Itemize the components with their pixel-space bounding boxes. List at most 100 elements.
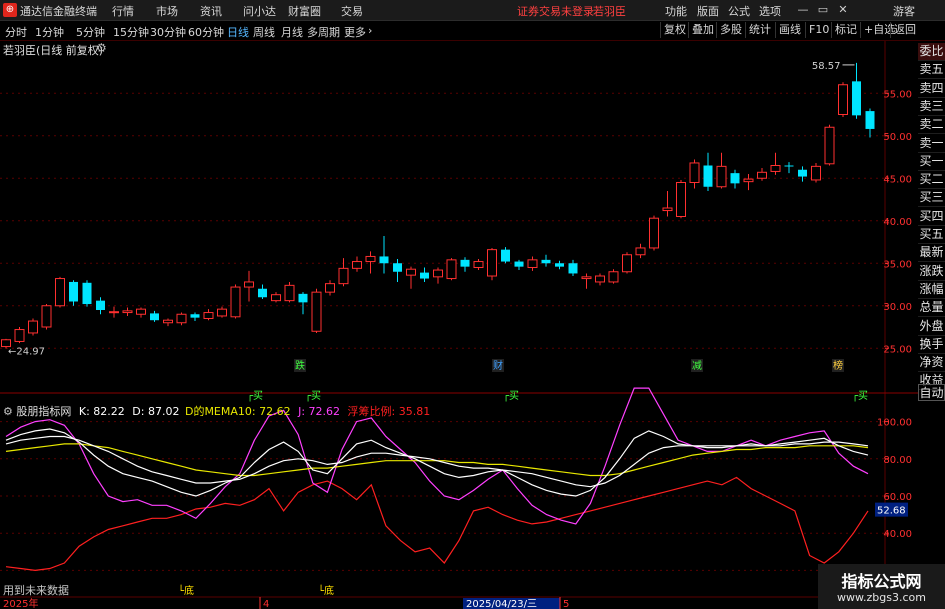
side-item-7[interactable]: 买一 <box>918 152 945 171</box>
candle-body-up <box>284 284 295 302</box>
period-1min[interactable]: 1分钟 <box>35 24 64 40</box>
candle-body-down <box>730 173 740 184</box>
side-item-1[interactable]: 委比 <box>918 43 945 61</box>
candle-body-down <box>541 259 551 264</box>
price-tick-label: 45.00 <box>883 174 912 185</box>
legend-k: K: 82.22 <box>78 405 125 418</box>
more-chevron-icon[interactable]: › <box>368 24 372 37</box>
period-multi[interactable]: 多周期 <box>307 24 340 40</box>
period-15min[interactable]: 15分钟 <box>113 24 149 40</box>
side-item-9[interactable]: 买三 <box>918 189 945 208</box>
btn-multistock[interactable]: 多股 <box>716 22 745 38</box>
buy-marker-2: ┌买 <box>305 390 321 402</box>
btn-fuquan[interactable]: 复权 <box>660 22 689 38</box>
indicator-tick-label: 80.00 <box>883 455 912 466</box>
menu-hq[interactable]: 行情 <box>112 3 134 19</box>
side-item-4[interactable]: 卖三 <box>918 97 945 116</box>
menu-formula[interactable]: 公式 <box>728 3 750 19</box>
candle-body-up <box>662 207 673 212</box>
settings-icon[interactable]: ⚙ <box>3 405 13 418</box>
candle-body-down <box>298 293 308 303</box>
side-item-5[interactable]: 卖二 <box>918 116 945 135</box>
candle-body-down <box>258 288 267 298</box>
period-30min[interactable]: 30分钟 <box>150 24 186 40</box>
menu-market[interactable]: 市场 <box>156 3 178 19</box>
event-marker-4: 榜 <box>833 359 843 372</box>
candlestick-series: 58.57 ←24.97 <box>1 61 875 358</box>
side-item-15[interactable]: 总量 <box>918 299 945 318</box>
candle-body-up <box>757 171 767 179</box>
candle-body-up <box>244 281 254 288</box>
time-label-year: 2025年 <box>3 597 38 609</box>
future-data-note: 用到未来数据 <box>3 584 69 597</box>
menu-function[interactable]: 功能 <box>665 3 687 19</box>
period-more[interactable]: 更多 <box>344 24 366 40</box>
candle-body-up <box>109 311 119 314</box>
candle-body-down <box>555 263 564 267</box>
indicator-axis: 20.0040.0060.0080.00100.0052.68 <box>875 418 912 577</box>
side-item-18[interactable]: 净资 <box>918 354 945 373</box>
login-notice[interactable]: 证券交易未登录 <box>517 3 594 19</box>
btn-back[interactable]: 返回 <box>890 22 919 38</box>
side-item-12[interactable]: 最新 <box>918 244 945 263</box>
event-marker-2: 财 <box>493 359 503 372</box>
candle-body-up <box>365 255 376 263</box>
candle-body-up <box>136 308 146 315</box>
btn-overlay[interactable]: 叠加 <box>688 22 717 38</box>
price-tick-label: 55.00 <box>883 89 912 100</box>
side-item-14[interactable]: 涨幅 <box>918 280 945 299</box>
minimize-icon[interactable]: — <box>794 2 812 18</box>
user-name: 若羽臣 <box>593 5 626 18</box>
btn-stats[interactable]: 统计 <box>745 22 774 38</box>
side-item-8[interactable]: 买二 <box>918 171 945 190</box>
side-item-2[interactable]: 卖五 <box>918 61 945 80</box>
candle-body-down <box>379 256 389 264</box>
period-5min[interactable]: 5分钟 <box>76 24 105 40</box>
candle-body-up <box>838 84 848 115</box>
candle-body-up <box>716 165 727 188</box>
candle-body-up <box>406 268 416 276</box>
candle-body-down <box>852 81 861 116</box>
side-item-3[interactable]: 卖四 <box>918 79 945 98</box>
buy-marker-4: ┌买 <box>852 390 868 402</box>
side-item-6[interactable]: 卖一 <box>918 134 945 153</box>
side-item-16[interactable]: 外盘 <box>918 317 945 336</box>
period-fenshi[interactable]: 分时 <box>5 24 27 40</box>
chart-canvas[interactable]: 58.57 ←24.97 25.00 30.00 35.00 40.00 45.00 50.… <box>0 41 918 609</box>
restore-icon[interactable]: ▭ <box>814 2 832 18</box>
indicator-name[interactable]: 股朋指标网 <box>16 405 71 418</box>
period-weekly[interactable]: 周线 <box>253 24 275 40</box>
menu-options[interactable]: 选项 <box>759 3 781 19</box>
side-item-13[interactable]: 涨跌 <box>918 262 945 281</box>
event-marker-3: 减 <box>692 360 702 372</box>
indicator-tick-label: 40.00 <box>883 529 912 540</box>
guest-label[interactable]: 游客 <box>893 3 915 19</box>
period-monthly[interactable]: 月线 <box>281 24 303 40</box>
candle-body-up <box>770 165 781 172</box>
side-item-10[interactable]: 买四 <box>918 207 945 226</box>
menu-bbs[interactable]: 财富圈 <box>288 3 321 19</box>
btn-draw[interactable]: 画线 <box>775 22 804 38</box>
candle-body-up <box>527 259 538 269</box>
period-60min[interactable]: 60分钟 <box>188 24 224 40</box>
candle-body-up <box>608 271 619 283</box>
candle-body-down <box>514 261 524 267</box>
menu-news[interactable]: 资讯 <box>200 3 222 19</box>
crosshair-date-label: 2025/04/23/三 <box>466 599 537 609</box>
menu-trade[interactable]: 交易 <box>341 3 363 19</box>
side-item-17[interactable]: 换手 <box>918 335 945 354</box>
candle-body-up <box>581 276 592 280</box>
auto-button[interactable]: 自动 <box>918 384 945 401</box>
candle-body-up <box>595 275 605 283</box>
candle-body-down <box>69 281 78 302</box>
candle-body-up <box>217 308 227 317</box>
candle-body-up <box>28 320 38 334</box>
candle-body-up <box>676 182 686 217</box>
btn-f10[interactable]: F10 <box>805 22 832 38</box>
menu-xiaoda[interactable]: 问小达 <box>243 3 276 19</box>
close-icon[interactable]: ✕ <box>834 2 852 18</box>
menu-layout[interactable]: 版面 <box>697 3 719 19</box>
period-daily[interactable]: 日线 <box>227 24 249 40</box>
btn-mark[interactable]: 标记 <box>831 22 860 38</box>
side-item-11[interactable]: 买五 <box>918 226 945 244</box>
